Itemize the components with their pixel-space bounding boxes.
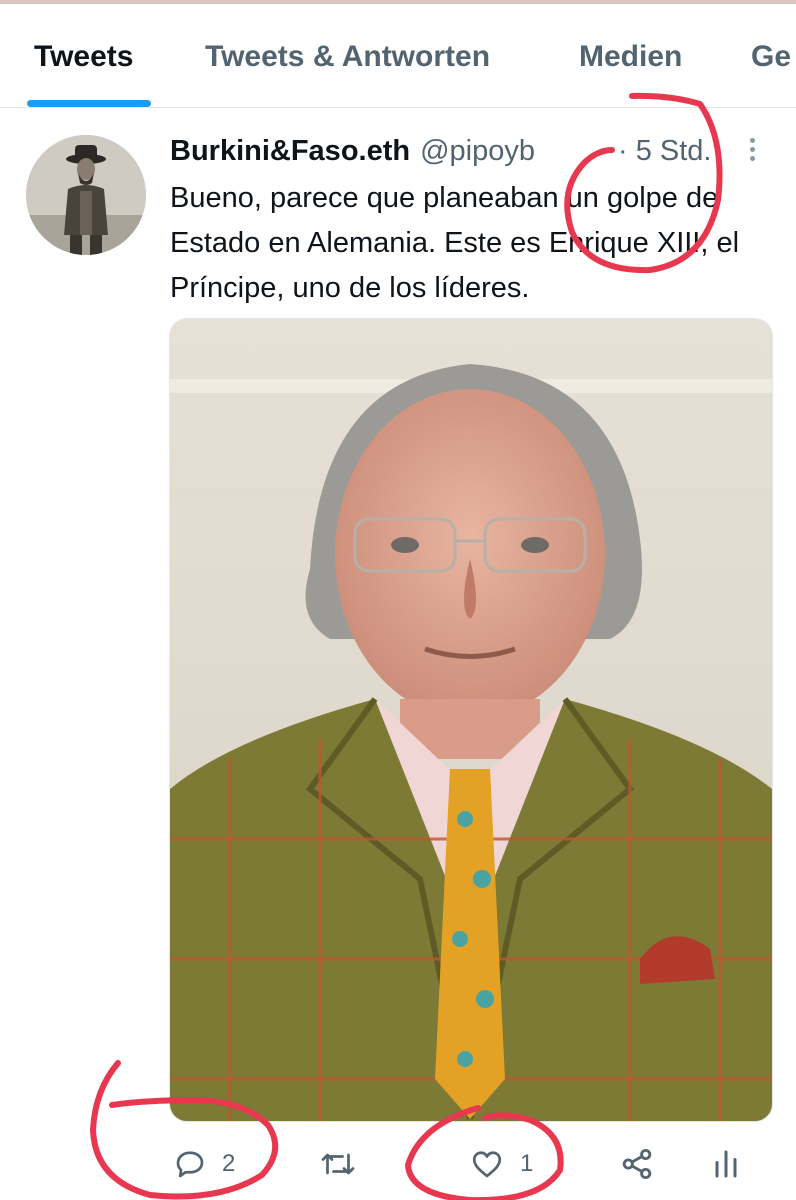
like-button[interactable]: 1 [468, 1140, 533, 1188]
tweet-text: Bueno, parece que planeaban un golpe de … [170, 182, 740, 304]
tab-tweets-and-replies[interactable]: Tweets & Antworten [205, 40, 490, 74]
user-handle[interactable]: @pipoyb [420, 135, 535, 167]
avatar-image [26, 135, 146, 255]
active-tab-indicator [27, 100, 151, 107]
share-nodes-icon [622, 1148, 652, 1180]
more-options-icon[interactable] [744, 134, 760, 168]
tweet-photo[interactable] [169, 318, 773, 1122]
reply-count: 2 [222, 1150, 236, 1177]
tab-likes-partial[interactable]: Ge [751, 40, 791, 74]
avatar[interactable] [26, 135, 146, 255]
reply-button[interactable]: 2 [172, 1140, 235, 1188]
tab-tweets[interactable]: Tweets [34, 40, 133, 74]
speech-bubble-icon [176, 1151, 204, 1178]
bar-chart-icon [715, 1150, 737, 1178]
tweet-timestamp[interactable]: · 5 Std. [618, 134, 712, 168]
tweet-header: Burkini&Faso.eth @pipoyb [170, 134, 535, 170]
tab-media[interactable]: Medien [579, 40, 682, 74]
analytics-button[interactable] [708, 1140, 744, 1188]
portrait-photo [170, 319, 772, 1121]
display-name[interactable]: Burkini&Faso.eth [170, 135, 410, 167]
profile-tabs: Tweets Tweets & Antworten Medien Ge [0, 4, 796, 108]
like-count: 1 [520, 1150, 534, 1177]
retweet-button[interactable] [318, 1140, 372, 1188]
heart-icon [472, 1151, 502, 1178]
retweet-arrows-icon [321, 1153, 355, 1175]
share-button[interactable] [618, 1140, 656, 1188]
